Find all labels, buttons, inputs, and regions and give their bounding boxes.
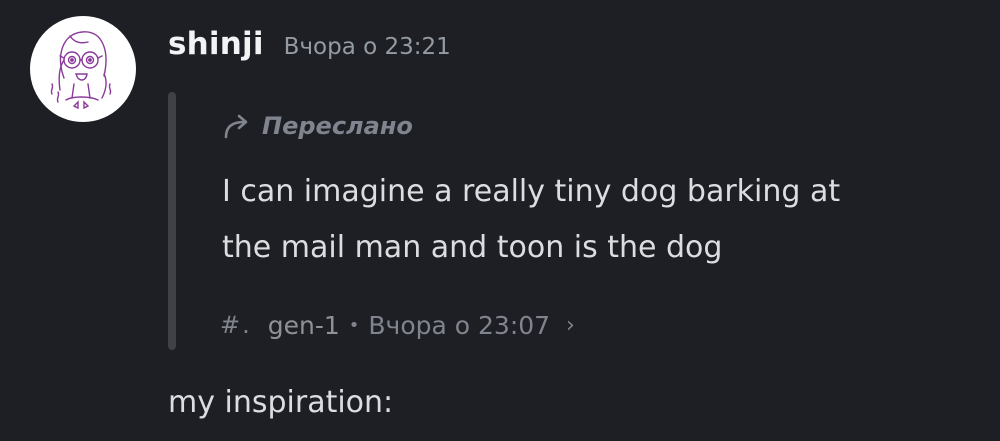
forwarded-label: Переслано — [222, 108, 413, 144]
forwarded-quote-bar — [168, 92, 176, 350]
author-name[interactable]: shinji — [168, 26, 264, 62]
forward-arrow-icon — [224, 114, 248, 139]
source-timestamp: Вчора о 23:07 — [368, 310, 551, 340]
chat-message: shinji Вчора о 23:21 Переслано I can ima… — [0, 0, 1000, 441]
channel-hash-icon: #. — [220, 311, 252, 339]
message-timestamp[interactable]: Вчора о 23:21 — [284, 34, 451, 60]
forwarded-text-line: the mail man and toon is the dog — [222, 230, 723, 265]
chevron-right-icon: › — [566, 312, 575, 338]
forwarded-message-text: I can imagine a really tiny dog barking … — [222, 164, 982, 276]
user-avatar[interactable] — [30, 16, 136, 122]
forwarded-label-text: Переслано — [262, 112, 413, 140]
message-header: shinji Вчора о 23:21 — [168, 26, 451, 72]
cartoon-girl-avatar-icon — [50, 31, 112, 110]
source-channel-name: gen-1 — [267, 310, 340, 340]
message-content: my inspiration: — [168, 385, 394, 420]
forwarded-text-line: I can imagine a really tiny dog barking … — [222, 174, 841, 209]
forwarded-source-link[interactable]: #. gen-1 • Вчора о 23:07 › — [220, 304, 575, 346]
source-separator: • — [348, 314, 360, 336]
